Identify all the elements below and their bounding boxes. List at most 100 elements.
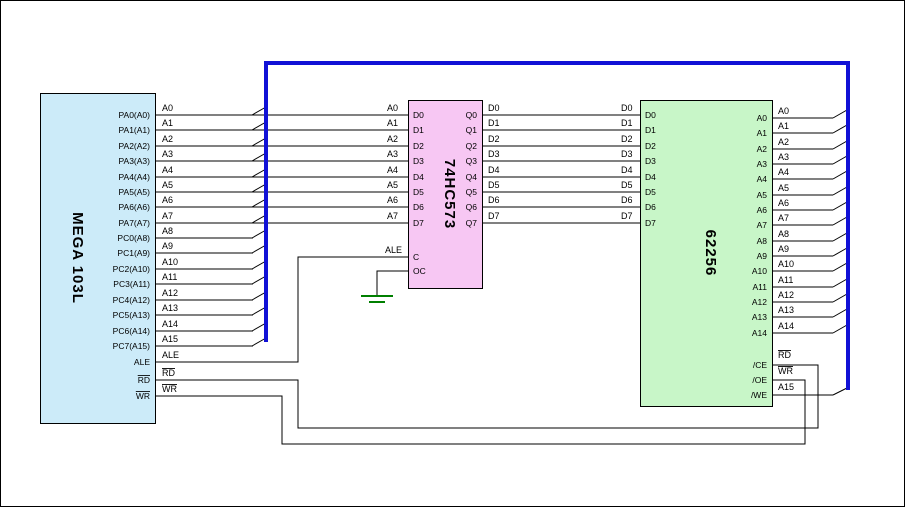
net-label: ALE (162, 350, 179, 360)
pin-label-62256: /CE (753, 360, 768, 370)
pin-label-62256: /OE (752, 375, 767, 385)
net-label: D6 (488, 195, 500, 205)
net-label: A6 (778, 198, 789, 208)
net-label: A15 (778, 382, 794, 392)
net-label: A7 (778, 213, 789, 223)
pin-label-74hc573: Q5 (466, 187, 478, 197)
pin-label-62256: D5 (645, 187, 656, 197)
pin-label-mega-103l: PA6(A6) (119, 202, 151, 212)
pin-label-74hc573: Q2 (466, 141, 478, 151)
pin-label-74hc573: D1 (413, 125, 424, 135)
pin-label-62256: D2 (645, 141, 656, 151)
net-label: A13 (778, 305, 794, 315)
net-label: A8 (162, 226, 173, 236)
pin-label-74hc573: Q6 (466, 202, 478, 212)
net-label: A6 (162, 195, 173, 205)
net-label: RD (162, 368, 175, 378)
chip-title-74hc573: 74HC573 (441, 159, 458, 229)
pin-label-mega-103l: PA7(A7) (119, 218, 151, 228)
pin-label-62256: A6 (757, 205, 768, 215)
net-label: A14 (162, 319, 178, 329)
net-label: A5 (387, 180, 398, 190)
net-label: WR (162, 384, 177, 394)
net-label: A2 (162, 134, 173, 144)
pin-label-74hc573: Q3 (466, 156, 478, 166)
pin-label-62256: D7 (645, 218, 656, 228)
net-label: D5 (621, 180, 633, 190)
pin-label-mega-103l: PC1(A9) (117, 248, 150, 258)
net-label: A9 (162, 241, 173, 251)
pin-label-62256: /WE (751, 390, 767, 400)
pin-label-62256: D1 (645, 125, 656, 135)
net-label: A6 (387, 195, 398, 205)
pin-label-mega-103l: PC4(A12) (113, 295, 150, 305)
pin-label-mega-103l: PA3(A3) (119, 156, 151, 166)
pin-label-62256: A3 (757, 159, 768, 169)
net-label: A12 (162, 288, 178, 298)
pin-label-74hc573: D4 (413, 172, 424, 182)
net-label: A3 (162, 149, 173, 159)
net-label: A4 (162, 165, 173, 175)
pin-label-mega-103l: RD (138, 375, 150, 385)
pin-label-62256: A13 (752, 312, 767, 322)
pin-label-74hc573: D0 (413, 110, 424, 120)
schematic-canvas: A0 A1 A2 A3 A4 A5 A6 A7 A8 A9 A10 A11 A12 A13 A14 A15 AL… (0, 0, 905, 507)
pin-label-62256: A2 (757, 144, 768, 154)
net-label: D1 (621, 118, 633, 128)
pin-label-74hc573: C (413, 252, 419, 262)
pin-label-mega-103l: PC7(A15) (113, 341, 150, 351)
pin-label-mega-103l: PA4(A4) (119, 172, 151, 182)
net-label: A0 (778, 106, 789, 116)
net-label: D3 (621, 149, 633, 159)
net-label: A14 (778, 321, 794, 331)
pin-label-74hc573: Q0 (466, 110, 478, 120)
pin-label-74hc573: D3 (413, 156, 424, 166)
net-label: A10 (162, 257, 178, 267)
net-label: A4 (778, 167, 789, 177)
net-label: A10 (778, 259, 794, 269)
pin-label-mega-103l: ALE (134, 357, 150, 367)
chip-title-mega-103l: MEGA 103L (69, 212, 86, 304)
net-label: A3 (778, 152, 789, 162)
net-label: WR (778, 366, 793, 376)
net-label: A5 (778, 183, 789, 193)
net-label: D0 (488, 103, 500, 113)
pin-label-62256: A5 (757, 190, 768, 200)
net-label: D2 (621, 134, 633, 144)
net-label: A2 (387, 134, 398, 144)
pin-label-62256: A0 (757, 113, 768, 123)
net-label: RD (778, 350, 791, 360)
pin-label-mega-103l: PC5(A13) (113, 310, 150, 320)
pin-label-mega-103l: WR (136, 391, 150, 401)
net-label: A3 (387, 149, 398, 159)
pin-label-mega-103l: PA0(A0) (119, 110, 151, 120)
pin-label-74hc573: D7 (413, 218, 424, 228)
pin-label-62256: A7 (757, 220, 768, 230)
pin-label-mega-103l: PC2(A10) (113, 264, 150, 274)
pin-label-62256: D3 (645, 156, 656, 166)
net-label: D3 (488, 149, 500, 159)
pin-label-mega-103l: PC6(A14) (113, 326, 150, 336)
net-label: A2 (778, 137, 789, 147)
net-label: A15 (162, 334, 178, 344)
net-label: A7 (387, 211, 398, 221)
net-label: A11 (162, 272, 177, 282)
pin-label-62256: A14 (752, 328, 767, 338)
pin-label-62256: A12 (752, 297, 767, 307)
pin-label-62256: A11 (753, 282, 768, 292)
net-label: A1 (778, 121, 789, 131)
pin-label-62256: A1 (757, 128, 768, 138)
pin-label-74hc573: D2 (413, 141, 424, 151)
pin-label-mega-103l: PA2(A2) (119, 141, 151, 151)
net-label: D7 (488, 211, 500, 221)
net-label: A0 (162, 103, 173, 113)
net-label: A13 (162, 303, 178, 313)
net-label: D7 (621, 211, 633, 221)
net-label: A9 (778, 244, 789, 254)
pin-label-62256: A8 (757, 236, 768, 246)
net-label: D1 (488, 118, 500, 128)
net-label: A11 (778, 275, 793, 285)
net-label: D6 (621, 195, 633, 205)
pin-label-74hc573: Q1 (466, 125, 478, 135)
net-label: A8 (778, 229, 789, 239)
